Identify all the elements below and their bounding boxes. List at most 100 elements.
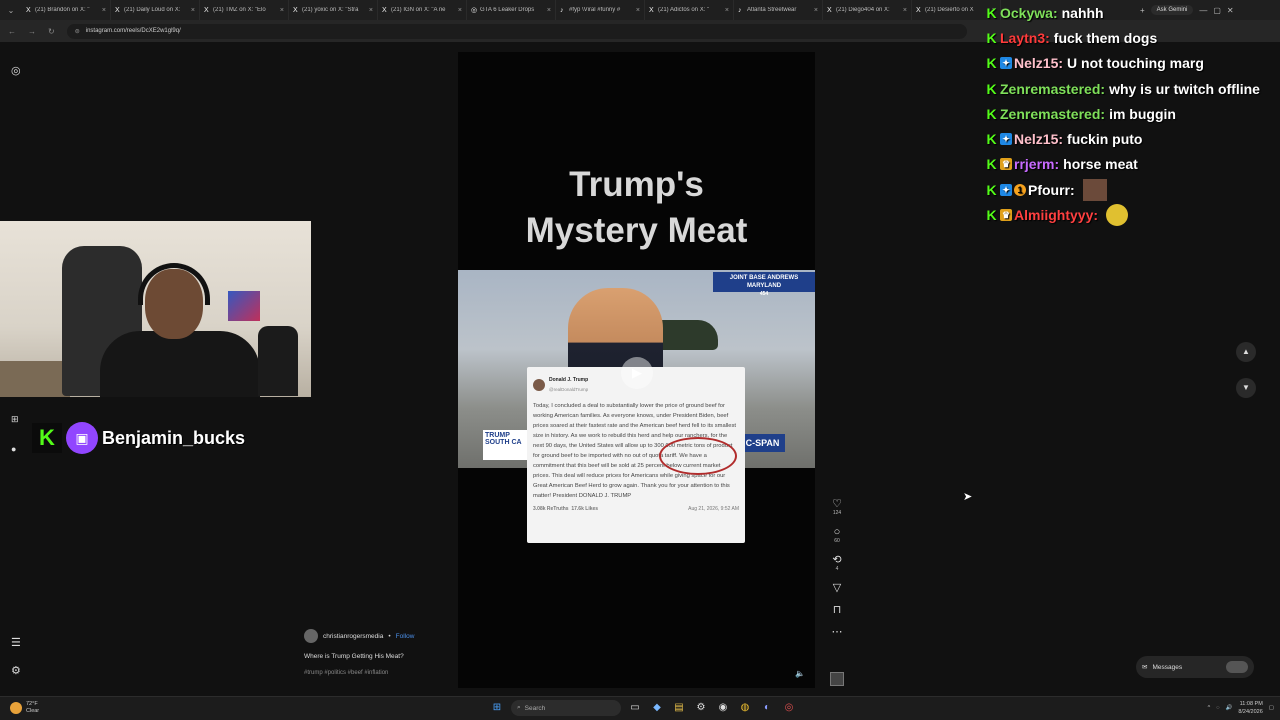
tab-search-icon[interactable]: ⌄	[0, 6, 22, 15]
repost-button[interactable]: ⟲ 4	[826, 554, 848, 572]
previous-reel-button[interactable]: ▲	[1236, 342, 1256, 362]
browser-tab[interactable]: X (21) Diego404 on X: ×	[823, 0, 912, 20]
chat-username: Nelz15	[1014, 55, 1059, 72]
site-info-icon[interactable]: ⊜	[75, 28, 80, 35]
browser-tab[interactable]: ♪ Atlanta Streetwear ×	[734, 0, 823, 20]
browser-tab[interactable]: ◎ GTA 6 Leaker Drops ×	[467, 0, 556, 20]
bookmark-icon: ⊓	[832, 604, 842, 616]
chat-overlay: K Ockywa: nahhh K Laytn3: fuck them dogs K ✦ Nel…	[985, 0, 1280, 230]
audio-thumbnail[interactable]	[830, 672, 844, 686]
kick-badge-icon: K	[986, 105, 997, 122]
browser-tab[interactable]: X (21) yoxic on X: "Stra ×	[289, 0, 378, 20]
steam-icon[interactable]: ◉	[715, 700, 731, 716]
tab-favicon-icon: X	[293, 6, 298, 14]
tab-close-icon[interactable]: ×	[191, 7, 195, 14]
comment-count: 60	[834, 538, 840, 544]
tab-close-icon[interactable]: ×	[102, 7, 106, 14]
tweet-stats: 3.08k ReTruths 17.6k Likes	[533, 504, 598, 514]
chat-colon: :	[1100, 80, 1106, 97]
share-button[interactable]: ▽	[826, 582, 848, 594]
url-field[interactable]: ⊜ instagram.com/reels/DcXE2w1gl9q/	[66, 23, 967, 39]
meta-apps-icon[interactable]: ⚙	[11, 664, 21, 677]
tray-chevron-icon[interactable]: ^	[1208, 705, 1211, 711]
tab-close-icon[interactable]: ×	[903, 7, 907, 14]
more-menu-icon[interactable]: ☰	[11, 636, 21, 649]
browser-tab[interactable]: ♪ #fyp \Viral #funny # ×	[556, 0, 645, 20]
tab-close-icon[interactable]: ×	[280, 7, 284, 14]
obs-icon[interactable]: ◎	[781, 700, 797, 716]
next-reel-button[interactable]: ▼	[1236, 378, 1256, 398]
reel-video[interactable]: Trump's Mystery Meat JOINT BASE ANDREWS …	[458, 52, 815, 688]
reel-actions: ♡ 124 ○ 60 ⟲ 4 ▽ ⊓ ⋯	[826, 498, 848, 648]
tab-close-icon[interactable]: ×	[814, 7, 818, 14]
chat-message: K ✦ Nelz15: fuckin puto	[985, 126, 1280, 151]
tab-favicon-icon: X	[382, 6, 387, 14]
more-options-button[interactable]: ⋯	[826, 626, 848, 638]
messages-button[interactable]: ✉ Messages	[1136, 656, 1254, 678]
screen: { "browser": { "tabs": [ {"icon": "X", "…	[0, 0, 1280, 720]
headset-image	[138, 263, 210, 305]
tab-title: Atlanta Streetwear	[747, 7, 797, 13]
discord-icon[interactable]: ◐	[759, 700, 775, 716]
file-explorer-icon[interactable]: ▤	[671, 700, 687, 716]
tab-close-icon[interactable]: ×	[369, 7, 373, 14]
network-icon[interactable]: ◌	[1216, 705, 1219, 711]
weather-widget[interactable]: 72°F Clear	[10, 701, 39, 715]
chat-colon: :	[1070, 181, 1075, 198]
browser-tab[interactable]: X (21) Daily Loud on X: ×	[111, 0, 200, 20]
location-line2: MARYLAND	[746, 283, 782, 289]
location-line1: JOINT BASE ANDREWS	[729, 275, 799, 281]
task-view-icon[interactable]: ▭	[627, 700, 643, 716]
chat-colon: :	[1052, 4, 1058, 21]
chat-text: U not touching marg	[1067, 55, 1204, 72]
broadcast-time: 454	[759, 291, 769, 297]
start-icon[interactable]: ⊞	[489, 700, 505, 716]
verified-badge-icon: ✦	[1000, 183, 1012, 196]
tweet-footer: 3.08k ReTruths 17.6k Likes Aug 21, 2026,…	[533, 504, 739, 514]
tab-close-icon[interactable]: ×	[636, 7, 640, 14]
search-label: Search	[524, 704, 546, 712]
highlight-circle	[659, 437, 737, 475]
chat-message: K Laytn3: fuck them dogs	[985, 25, 1280, 50]
crown-badge-icon: ♛	[1000, 209, 1012, 222]
kick-badge-icon: K	[986, 80, 997, 97]
reload-icon[interactable]: ↻	[48, 27, 55, 36]
mute-icon[interactable]: 🔈	[795, 669, 805, 678]
tab-close-icon[interactable]: ×	[725, 7, 729, 14]
caption-hashtags[interactable]: #trump #politics #beef #inflation	[304, 670, 454, 676]
smiley-emote-icon	[1106, 204, 1129, 227]
instagram-logo-icon[interactable]: ◎	[11, 64, 21, 77]
profile-avatar-icon[interactable]: ●	[11, 444, 16, 454]
play-icon[interactable]: ▶	[621, 357, 653, 389]
streamer-body	[100, 331, 260, 397]
like-button[interactable]: ♡ 124	[826, 498, 848, 516]
comment-icon: ○	[833, 526, 841, 538]
browser-tab[interactable]: X (21) Brandon on X: " ×	[22, 0, 111, 20]
browser-tab[interactable]: X (21) Adictos on X: " ×	[645, 0, 734, 20]
url-text: instagram.com/reels/DcXE2w1gl9q/	[85, 28, 181, 34]
browser-tab[interactable]: X (21) TMZ on X: "Elo ×	[200, 0, 289, 20]
settings-icon[interactable]: ⚙	[693, 700, 709, 716]
tab-close-icon[interactable]: ×	[458, 7, 462, 14]
follow-button[interactable]: Follow	[396, 633, 415, 640]
forward-arrow-icon[interactable]: →	[28, 27, 36, 36]
comment-button[interactable]: ○ 60	[826, 526, 848, 544]
clock[interactable]: 11:08 PM 8/24/2026	[1238, 700, 1262, 716]
chat-username: rrjerm	[1014, 156, 1055, 173]
tab-close-icon[interactable]: ×	[547, 7, 551, 14]
volume-icon[interactable]: 🔊	[1225, 705, 1232, 711]
save-button[interactable]: ⊓	[826, 604, 848, 616]
create-icon[interactable]: ⊞	[11, 414, 19, 425]
browser-tab[interactable]: X (21) IGN on X: "A ne ×	[378, 0, 467, 20]
copilot-icon[interactable]: ◆	[649, 700, 665, 716]
notification-icon[interactable]: ▢	[1269, 705, 1274, 711]
chat-message: K Zenremastered: why is ur twitch offline	[985, 76, 1280, 101]
taskbar-search[interactable]: ⌕ Search	[511, 700, 621, 716]
chat-colon: :	[1058, 131, 1064, 148]
chat-colon: :	[1058, 55, 1064, 72]
tab-favicon-icon: ♪	[738, 6, 742, 14]
chrome-icon[interactable]: ◍	[737, 700, 753, 716]
caption-username[interactable]: christianrogersmedia	[323, 633, 383, 640]
back-arrow-icon[interactable]: ←	[8, 27, 16, 36]
caption-avatar[interactable]	[304, 629, 318, 643]
